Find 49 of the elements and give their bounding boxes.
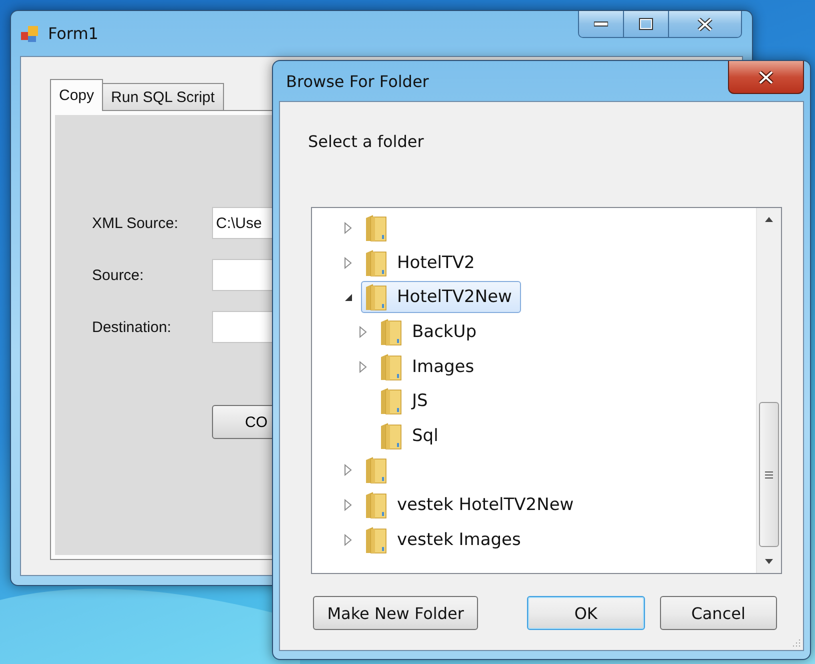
folder-tree-item[interactable]: vestek HotelTV2New [361,489,583,522]
folder-icon [365,282,387,312]
folder-icon [365,248,387,278]
folder-tree-item[interactable]: HotelTV2 [361,246,484,279]
minimize-icon [594,21,608,27]
collapse-arrow-icon[interactable] [344,292,353,302]
minimize-button[interactable] [579,11,623,37]
close-icon [758,70,774,84]
app-icon [20,24,40,44]
folder-tree-item[interactable]: HotelTV2New [361,281,521,314]
scrollbar[interactable] [756,208,781,573]
expand-arrow-icon[interactable] [344,256,352,269]
folder-icon [365,490,387,520]
folder-icon [380,386,402,416]
tab[interactable]: Run SQL Script [102,83,224,111]
expand-arrow-icon[interactable] [344,534,352,546]
folder-icon [380,352,402,382]
scroll-thumb[interactable] [759,402,779,547]
maximize-button[interactable] [623,11,668,37]
close-button[interactable] [668,11,741,37]
expand-arrow-icon[interactable] [359,326,367,338]
folder-icon [365,213,387,244]
close-button[interactable] [728,61,804,94]
dialog-title: Browse For Folder [286,72,429,90]
prompt-text: Select a folder [308,132,424,151]
expand-arrow-icon[interactable] [344,222,352,234]
folder-tree-item[interactable]: Sql [376,420,448,452]
folder-tree-item[interactable]: JS [376,385,437,418]
folder-icon [380,420,402,451]
field-label: Destination: [92,318,172,336]
field-label: Source: [92,266,145,284]
expand-arrow-icon[interactable] [344,499,352,512]
folder-tree-item[interactable]: Images [376,350,484,383]
close-icon [697,18,713,30]
folder-tree-item[interactable]: vestek Images [361,524,530,556]
folder-icon [365,455,387,486]
folder-icon [365,524,387,555]
dialog-button[interactable]: Cancel [660,596,778,630]
tab[interactable]: Copy [50,79,104,111]
default-button[interactable]: OK [527,596,645,630]
folder-icon [380,317,402,348]
maximize-icon [639,18,653,30]
dialog-button[interactable]: Make New Folder [313,596,478,630]
window-title: Form1 [48,24,98,43]
expand-arrow-icon[interactable] [359,360,367,373]
folder-tree-item[interactable]: BackUp [376,316,486,348]
field-label: XML Source: [92,214,180,232]
expand-arrow-icon[interactable] [344,464,352,476]
resize-grip-icon[interactable] [791,638,801,648]
